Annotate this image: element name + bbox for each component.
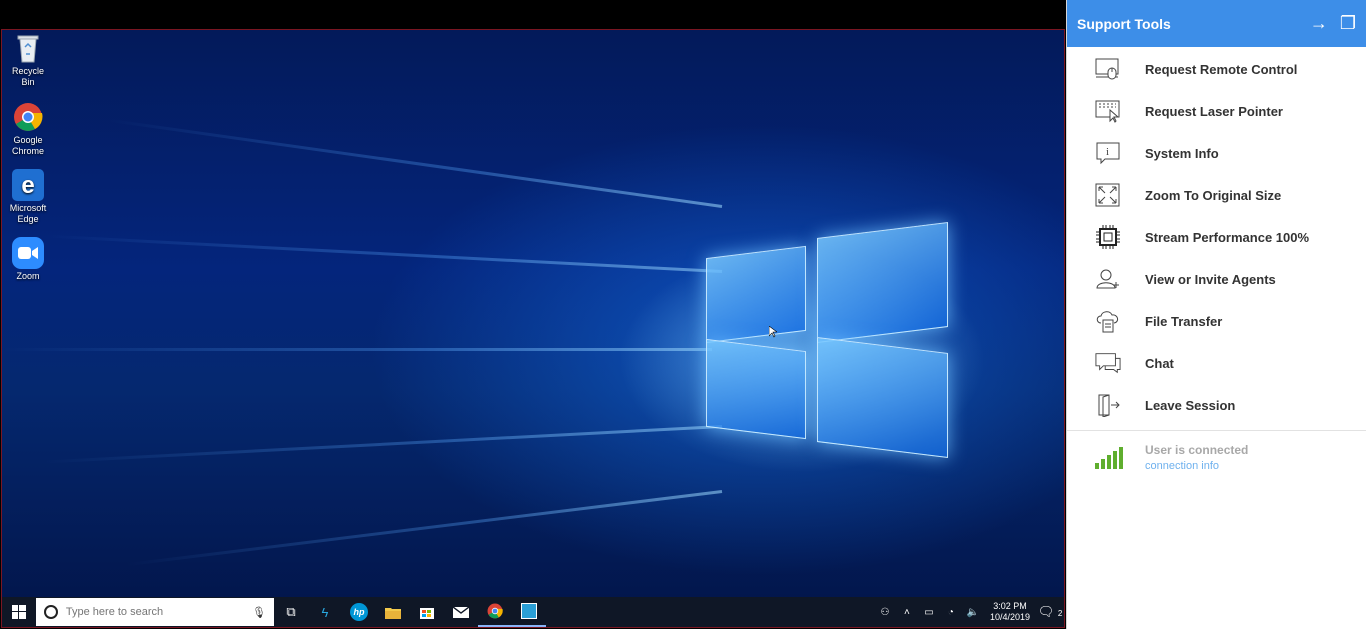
desktop-icon-label: Google Chrome [11, 135, 44, 156]
menu-leave-session[interactable]: Leave Session [1067, 384, 1366, 426]
desktop-icon-chrome[interactable]: Google Chrome [6, 101, 50, 157]
wallpaper-beam [42, 425, 723, 464]
connection-status: User is connected connection info [1067, 431, 1366, 472]
menu-stream-performance[interactable]: Stream Performance 100% [1067, 216, 1366, 258]
agents-icon [1095, 266, 1121, 292]
start-button[interactable] [2, 597, 36, 627]
chevron-up-icon[interactable]: ˄ [896, 607, 918, 618]
windows-logo-pane [817, 336, 948, 459]
taskbar-app-button[interactable] [512, 597, 546, 627]
taskbar-app-button[interactable] [478, 597, 512, 627]
wallpaper-beam [42, 234, 723, 273]
zoom-icon [12, 237, 44, 269]
clock-time: 3:02 PM [993, 601, 1027, 611]
notification-count-badge: 2 [1057, 609, 1063, 618]
leave-session-icon [1095, 392, 1121, 418]
menu-item-label: System Info [1145, 145, 1219, 161]
panel-header: Support Tools → ❐ [1067, 0, 1366, 47]
menu-request-remote-control[interactable]: Request Remote Control [1067, 48, 1366, 90]
taskbar-search-input[interactable] [65, 606, 245, 618]
taskbar-clock[interactable]: 3:02 PM 10/4/2019 [984, 601, 1036, 623]
panel-title: Support Tools [1077, 15, 1171, 32]
microphone-icon[interactable]: 🎙 [252, 606, 266, 619]
menu-item-label: Leave Session [1145, 397, 1236, 413]
file-explorer-icon [385, 607, 401, 619]
clock-date: 10/4/2019 [989, 612, 1030, 622]
svg-text:i: i [1106, 146, 1109, 158]
volume-muted-icon[interactable]: 🔈 [962, 607, 984, 618]
wallpaper-beam [107, 118, 723, 208]
menu-item-label: View or Invite Agents [1145, 271, 1276, 287]
task-view-button[interactable]: ⧉ [274, 597, 308, 627]
signal-strength-icon [1095, 447, 1125, 469]
menu-zoom-to-original-size[interactable]: Zoom To Original Size [1067, 174, 1366, 216]
zoom-original-size-icon [1095, 182, 1121, 208]
support-tools-panel: Support Tools → ❐ Request Remote Control… [1066, 0, 1366, 629]
wifi-icon[interactable]: ◔ [940, 607, 962, 618]
menu-item-label: Zoom To Original Size [1145, 187, 1282, 203]
desktop-icon-zoom[interactable]: Zoom [6, 237, 50, 282]
recycle-bin-icon [12, 32, 44, 64]
taskbar-app-button[interactable] [444, 597, 478, 627]
battery-icon[interactable]: ▭ [918, 607, 940, 618]
cpu-chip-icon [1095, 224, 1121, 250]
menu-chat[interactable]: Chat [1067, 342, 1366, 384]
menu-view-invite-agents[interactable]: View or Invite Agents [1067, 258, 1366, 300]
remote-support-app-icon [521, 603, 537, 619]
taskbar-app-button[interactable]: hp [342, 597, 376, 627]
connection-info-link[interactable]: connection info [1145, 460, 1248, 472]
popout-window-icon[interactable]: ❐ [1340, 13, 1356, 34]
desktop-icon-label: Recycle Bin [11, 66, 44, 87]
taskbar-app-button[interactable] [410, 597, 444, 627]
desktop-icon-label: Microsoft Edge [9, 203, 47, 224]
menu-request-laser-pointer[interactable]: Request Laser Pointer [1067, 90, 1366, 132]
edge-icon: e [12, 169, 44, 201]
action-center-button[interactable]: 🗨 2 [1036, 604, 1064, 620]
desktop-icon-recycle-bin[interactable]: Recycle Bin [6, 32, 50, 88]
menu-item-label: Chat [1145, 355, 1174, 371]
store-icon [420, 608, 434, 619]
chat-icon [1095, 350, 1121, 376]
desktop-icon-label: Zoom [16, 271, 40, 281]
chrome-icon [12, 101, 44, 133]
menu-item-label: Request Remote Control [1145, 61, 1298, 77]
desktop-icon-edge[interactable]: e Microsoft Edge [6, 169, 50, 225]
desktop-wallpaper[interactable]: Recycle Bin Google Chrome e Microsoft Ed… [1, 29, 1065, 628]
taskbar-search-box[interactable]: 🎙 [36, 598, 274, 626]
remote-desktop-viewer[interactable]: Recycle Bin Google Chrome e Microsoft Ed… [0, 0, 1066, 629]
chrome-icon [487, 603, 503, 619]
cortana-icon [44, 605, 58, 619]
wallpaper-beam [126, 490, 723, 567]
taskbar-app-button[interactable] [376, 597, 410, 627]
windows-logo-pane [706, 338, 806, 440]
taskbar: 🎙 ⧉ ϟ hp [2, 597, 1064, 627]
bolt-app-icon: ϟ [321, 604, 329, 620]
hp-icon: hp [350, 603, 368, 621]
remote-control-icon [1095, 56, 1121, 82]
menu-system-info[interactable]: i System Info [1067, 132, 1366, 174]
notification-icon: 🗨 [1037, 604, 1055, 619]
wallpaper-beam [2, 348, 712, 351]
mouse-cursor-icon [769, 326, 777, 338]
windows-logo-pane [706, 245, 806, 344]
people-icon[interactable]: ⚇ [874, 607, 896, 618]
laser-pointer-icon [1095, 98, 1121, 124]
taskbar-app-button[interactable]: ϟ [308, 597, 342, 627]
task-view-icon: ⧉ [286, 604, 296, 619]
menu-file-transfer[interactable]: File Transfer [1067, 300, 1366, 342]
system-tray: ⚇ ˄ ▭ ◔ 🔈 3:02 PM 10/4/2019 🗨 2 [874, 597, 1064, 627]
menu-item-label: Stream Performance 100% [1145, 229, 1310, 245]
connection-status-text: User is connected [1145, 443, 1249, 457]
file-transfer-icon [1095, 308, 1121, 334]
windows-logo-pane [817, 221, 948, 344]
menu-item-label: Request Laser Pointer [1145, 103, 1283, 119]
collapse-panel-icon[interactable]: → [1310, 13, 1328, 34]
system-info-icon: i [1095, 140, 1121, 166]
mail-icon [453, 606, 469, 618]
windows-start-icon [12, 605, 26, 619]
menu-item-label: File Transfer [1145, 313, 1223, 329]
